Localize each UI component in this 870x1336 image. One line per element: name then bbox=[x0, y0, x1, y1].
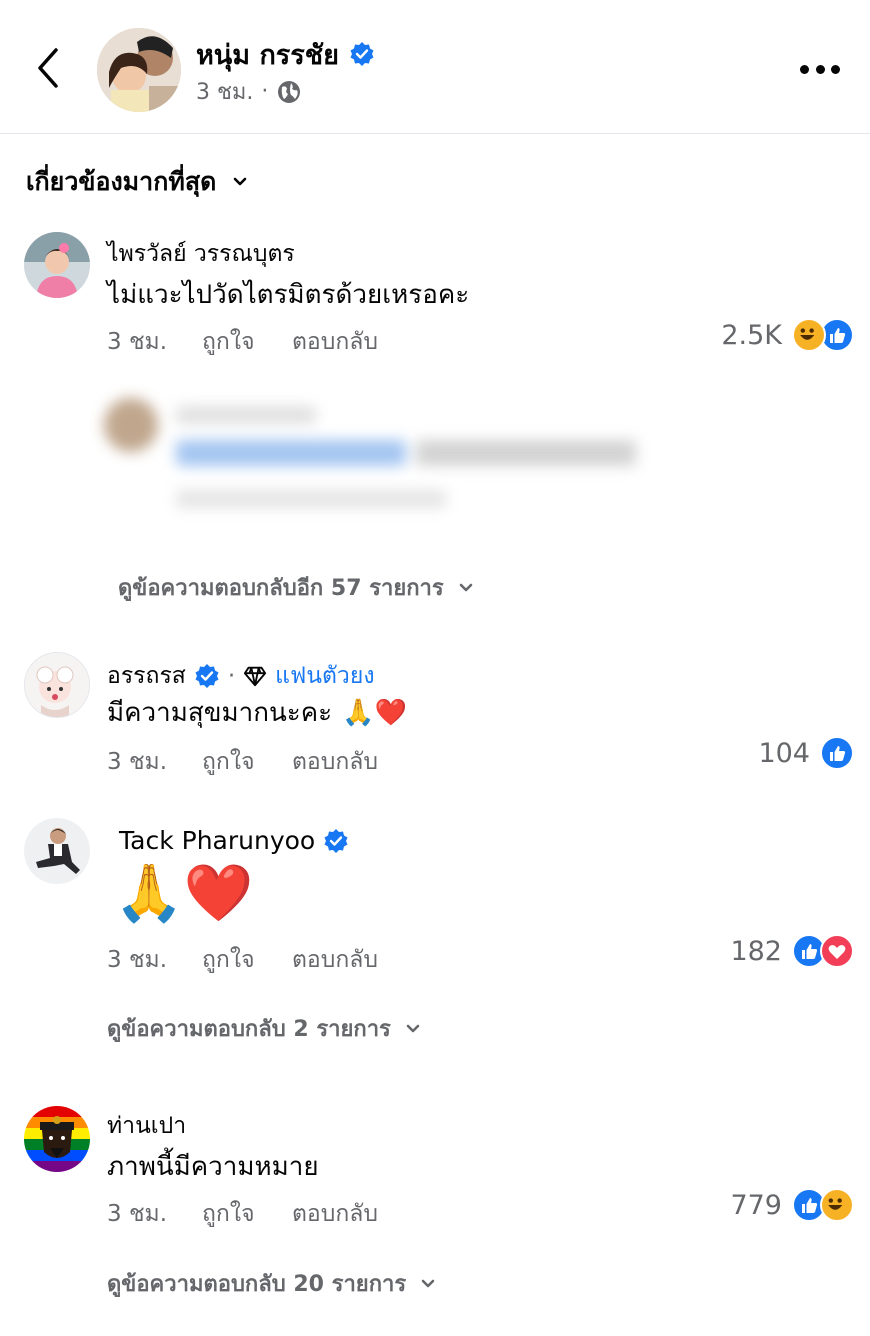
view-more-replies-button[interactable]: ดูข้อความตอบกลับอีก 57 รายการ bbox=[118, 570, 474, 605]
commenter-name[interactable]: Tack Pharunyoo bbox=[119, 826, 315, 855]
comment-text: มีความสุขมากนะคะ 🙏❤️ bbox=[107, 692, 407, 733]
chevron-left-icon bbox=[38, 48, 58, 88]
name-separator: · bbox=[227, 663, 236, 689]
page-name-row: หนุ่ม กรรชัย bbox=[196, 34, 375, 74]
reaction-summary[interactable]: 104 bbox=[758, 736, 854, 770]
comment-emoji: 🙏❤️ bbox=[114, 861, 254, 926]
reaction-count: 2.5K bbox=[721, 319, 782, 351]
reaction-summary[interactable]: 779 bbox=[730, 1188, 854, 1222]
chevron-down-icon bbox=[234, 177, 247, 186]
reaction-count: 779 bbox=[730, 1189, 782, 1221]
comment-body: มีความสุขมากนะคะ bbox=[107, 698, 333, 728]
comment-body: ภาพนี้มีความหมาย bbox=[107, 1152, 319, 1182]
love-reaction-icon bbox=[820, 934, 854, 968]
like-reaction-icon bbox=[820, 736, 854, 770]
verified-badge-icon bbox=[324, 828, 348, 853]
like-button[interactable]: ถูกใจ bbox=[202, 942, 292, 978]
view-more-replies-button[interactable]: ดูข้อความตอบกลับ 20 รายการ bbox=[107, 1266, 436, 1301]
commenter-name[interactable]: ท่านเปา bbox=[107, 1108, 186, 1144]
commenter-name-row: อรรถรส · แฟนตัวยง bbox=[107, 658, 375, 694]
reply-button[interactable]: ตอบกลับ bbox=[292, 1196, 378, 1232]
avatar-photo bbox=[24, 232, 90, 298]
view-more-replies-button[interactable]: ดูข้อความตอบกลับ 2 รายการ bbox=[107, 1011, 421, 1046]
reply-button[interactable]: ตอบกลับ bbox=[292, 744, 378, 780]
view-replies-label: ดูข้อความตอบกลับ 2 รายการ bbox=[107, 1017, 391, 1042]
view-replies-label: ดูข้อความตอบกลับ 20 รายการ bbox=[107, 1272, 407, 1297]
post-meta: 3 ชม. · bbox=[196, 74, 302, 109]
reaction-count: 104 bbox=[758, 737, 810, 769]
avatar-photo bbox=[24, 818, 90, 884]
commenter-name-row: ไพรวัลย์ วรรณบุตร bbox=[107, 236, 295, 272]
avatar-photo bbox=[25, 653, 89, 717]
comment-actions: 3 ชม. ถูกใจ ตอบกลับ bbox=[107, 942, 378, 978]
blurred-reply-preview bbox=[104, 392, 664, 532]
post-header: หนุ่ม กรรชัย 3 ชม. · bbox=[0, 0, 870, 134]
haha-reaction-icon bbox=[820, 1188, 854, 1222]
comment-text: ไม่แวะไปวัดไตรมิตรด้วยเหรอคะ bbox=[107, 274, 469, 315]
comment-actions: 3 ชม. ถูกใจ ตอบกลับ bbox=[107, 324, 378, 360]
diamond-icon bbox=[244, 666, 267, 687]
commenter-avatar[interactable] bbox=[24, 1106, 90, 1172]
haha-reaction-icon bbox=[792, 318, 826, 352]
comment-body: ไม่แวะไปวัดไตรมิตรด้วยเหรอคะ bbox=[107, 280, 470, 310]
avatar-photo bbox=[97, 28, 181, 112]
reaction-summary[interactable]: 2.5K bbox=[721, 318, 854, 352]
more-dot-icon bbox=[815, 64, 825, 74]
sort-label: เกี่ยวข้องมากที่สุด bbox=[26, 167, 217, 196]
commenter-avatar[interactable] bbox=[24, 818, 90, 884]
comment-text: 🙏❤️ bbox=[114, 866, 253, 922]
comment-actions: 3 ชม. ถูกใจ ตอบกลับ bbox=[107, 1196, 378, 1232]
comment-sort-dropdown[interactable]: เกี่ยวข้องมากที่สุด bbox=[26, 162, 248, 202]
more-dot-icon bbox=[831, 64, 840, 74]
commenter-name-row: Tack Pharunyoo bbox=[119, 826, 349, 855]
globe-icon bbox=[278, 80, 301, 103]
chevron-down-icon bbox=[421, 1279, 435, 1287]
chevron-down-icon bbox=[459, 583, 473, 591]
avatar-photo bbox=[24, 1106, 90, 1172]
comment-emoji: 🙏❤️ bbox=[342, 697, 407, 728]
view-replies-label: ดูข้อความตอบกลับอีก 57 รายการ bbox=[118, 576, 444, 601]
commenter-avatar[interactable] bbox=[24, 232, 90, 298]
comment-time: 3 ชม. bbox=[107, 1201, 168, 1227]
comment-time: 3 ชม. bbox=[107, 329, 168, 355]
more-options-button[interactable] bbox=[800, 54, 840, 84]
top-fan-badge[interactable]: แฟนตัวยง bbox=[275, 658, 374, 694]
comment-actions: 3 ชม. ถูกใจ ตอบกลับ bbox=[107, 744, 378, 780]
commenter-name-row: ท่านเปา bbox=[107, 1108, 186, 1144]
like-button[interactable]: ถูกใจ bbox=[202, 744, 292, 780]
like-button[interactable]: ถูกใจ bbox=[202, 1196, 292, 1232]
page-name[interactable]: หนุ่ม กรรชัย bbox=[196, 33, 339, 76]
page-avatar[interactable] bbox=[97, 28, 181, 112]
reply-button[interactable]: ตอบกลับ bbox=[292, 942, 378, 978]
commenter-name[interactable]: ไพรวัลย์ วรรณบุตร bbox=[107, 236, 295, 272]
more-dot-icon bbox=[800, 64, 809, 74]
meta-separator: · bbox=[261, 79, 269, 104]
comment-time: 3 ชม. bbox=[107, 749, 168, 775]
comment-text: ภาพนี้มีความหมาย bbox=[107, 1146, 319, 1187]
verified-badge-icon bbox=[195, 664, 219, 688]
post-time: 3 ชม. bbox=[196, 80, 254, 105]
verified-badge-icon bbox=[350, 42, 374, 66]
reaction-summary[interactable]: 182 bbox=[730, 934, 854, 968]
reply-button[interactable]: ตอบกลับ bbox=[292, 324, 378, 360]
comment-time: 3 ชม. bbox=[107, 947, 168, 973]
commenter-name[interactable]: อรรถรส bbox=[107, 658, 186, 694]
back-button[interactable] bbox=[28, 44, 68, 92]
commenter-avatar[interactable] bbox=[24, 652, 90, 718]
like-button[interactable]: ถูกใจ bbox=[202, 324, 292, 360]
reaction-count: 182 bbox=[730, 935, 782, 967]
chevron-down-icon bbox=[406, 1024, 420, 1032]
